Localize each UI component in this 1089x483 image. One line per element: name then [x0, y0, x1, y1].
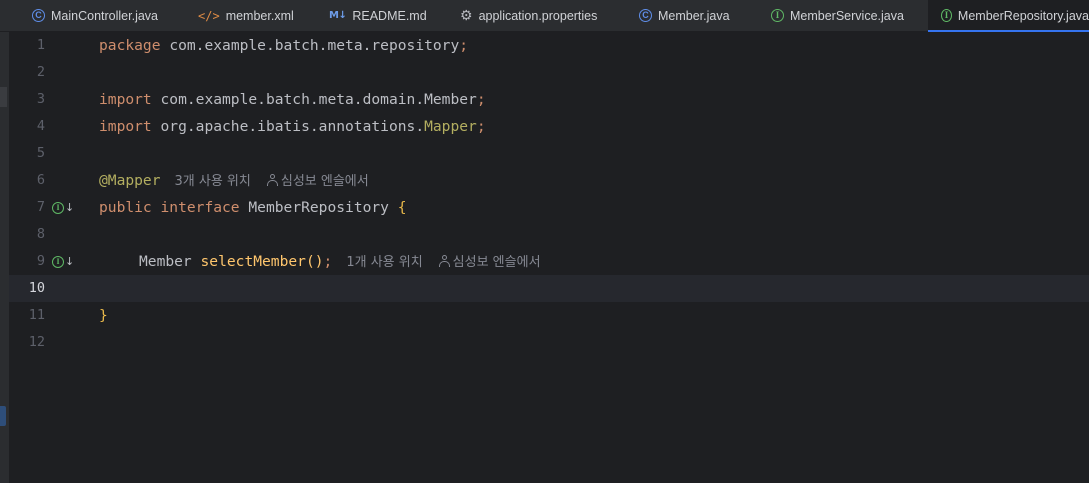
interface-name: MemberRepository: [248, 199, 389, 216]
author-name: 심성보 엔슬에서: [452, 255, 541, 270]
class-icon: C: [32, 9, 45, 22]
author-hint[interactable]: 심성보 엔슬에서: [266, 174, 369, 189]
markdown-icon: M↓: [329, 10, 347, 21]
keyword: import: [99, 118, 152, 135]
person-icon: [438, 255, 450, 267]
interface-icon: I: [771, 9, 784, 22]
down-arrow-icon: ↓: [65, 201, 75, 214]
editor-tab-bar: C MainController.java </> member.xml M↓ …: [0, 0, 1089, 32]
tab-member-java[interactable]: C Member.java: [639, 0, 730, 31]
implemented-by-gutter-icon[interactable]: I ↓: [52, 248, 74, 275]
keyword: interface: [160, 199, 240, 216]
strip-marker: [0, 87, 7, 107]
semicolon: ;: [476, 118, 486, 135]
author-name: 심성보 엔슬에서: [280, 174, 369, 189]
implemented-by-gutter-icon[interactable]: I ↓: [52, 194, 74, 221]
tab-readme[interactable]: M↓ README.md: [329, 0, 427, 31]
line-number: 3: [36, 91, 45, 107]
tool-window-strip: [0, 32, 9, 483]
tab-label: Member.java: [658, 8, 730, 23]
tab-label: README.md: [352, 8, 427, 23]
author-hint[interactable]: 심성보 엔슬에서: [438, 255, 541, 270]
tab-label: MainController.java: [51, 8, 158, 23]
tab-maincontroller[interactable]: C MainController.java: [32, 0, 158, 31]
tab-memberrepository[interactable]: I MemberRepository.java: [928, 0, 1089, 32]
person-icon: [266, 174, 278, 186]
down-arrow-icon: ↓: [65, 255, 75, 268]
import-path: org.apache.ibatis.annotations.: [160, 118, 425, 135]
keyword: public: [99, 199, 152, 216]
xml-icon: </>: [198, 8, 220, 23]
code-line-9[interactable]: Member selectMember(); 1개 사용 위치 심성보 엔슬에서: [88, 248, 1089, 275]
keyword: package: [99, 37, 161, 54]
keyword: import: [99, 91, 152, 108]
semicolon: ;: [323, 253, 333, 270]
line-number: 9: [36, 253, 45, 269]
annotation: @Mapper: [99, 172, 161, 189]
code-line-1[interactable]: package com.example.batch.meta.repositor…: [88, 32, 1089, 59]
code-line-6[interactable]: @Mapper 3개 사용 위치 심성보 엔슬에서: [88, 167, 1089, 194]
tab-label: application.properties: [478, 8, 598, 23]
interface-icon: I: [941, 9, 952, 22]
import-path: com.example.batch.meta.domain.Member: [160, 91, 477, 108]
open-brace: {: [397, 199, 407, 216]
strip-marker: [0, 406, 6, 426]
line-number: 8: [36, 226, 45, 242]
parentheses: (): [305, 253, 324, 270]
method-name: selectMember: [200, 253, 306, 270]
tab-label: member.xml: [225, 8, 294, 23]
usage-count-hint[interactable]: 1개 사용 위치: [346, 255, 422, 270]
class-icon: C: [639, 9, 652, 22]
return-type: Member: [139, 253, 192, 270]
semicolon: ;: [476, 91, 486, 108]
code-line-7[interactable]: public interface MemberRepository {: [88, 194, 1089, 221]
usage-count-hint[interactable]: 3개 사용 위치: [175, 174, 251, 189]
tab-label: MemberRepository.java: [957, 8, 1089, 23]
tab-memberservice[interactable]: I MemberService.java: [771, 0, 904, 31]
code-line-11[interactable]: }: [88, 302, 1089, 329]
line-number: 7: [36, 199, 45, 215]
gear-icon: ⚙: [460, 7, 473, 23]
line-number: 12: [28, 334, 45, 350]
package-name: com.example.batch.meta.repository: [169, 37, 460, 54]
tab-label: MemberService.java: [790, 8, 904, 23]
interface-icon: I: [52, 255, 64, 268]
line-number: 4: [36, 118, 45, 134]
line-number: 11: [28, 307, 45, 323]
line-number: 1: [36, 37, 45, 53]
code-line-10-current[interactable]: [88, 275, 1089, 302]
code-editor[interactable]: package com.example.batch.meta.repositor…: [88, 32, 1089, 483]
line-number-current: 10: [28, 280, 45, 296]
line-number: 2: [36, 64, 45, 80]
interface-icon: I: [52, 201, 64, 214]
code-line-3[interactable]: import com.example.batch.meta.domain.Mem…: [88, 86, 1089, 113]
tab-member-xml[interactable]: </> member.xml: [198, 0, 294, 31]
code-line-4[interactable]: import org.apache.ibatis.annotations.Map…: [88, 113, 1089, 140]
tab-application-properties[interactable]: ⚙ application.properties: [460, 0, 597, 31]
line-number: 5: [36, 145, 45, 161]
close-brace: }: [99, 307, 108, 324]
line-number: 6: [36, 172, 45, 188]
semicolon: ;: [459, 37, 469, 54]
annotation-class: Mapper: [424, 118, 477, 135]
